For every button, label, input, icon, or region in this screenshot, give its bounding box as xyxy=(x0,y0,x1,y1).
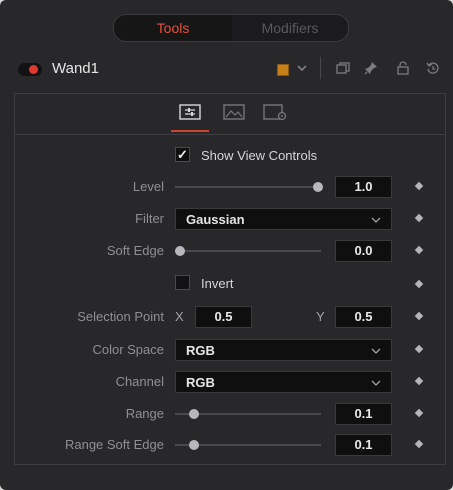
chevron-down-icon xyxy=(371,342,381,359)
selection-point-keyframe-diamond-icon[interactable] xyxy=(414,311,424,321)
filter-dropdown[interactable]: Gaussian xyxy=(175,208,392,230)
tools-modifiers-switch: Tools Modifiers xyxy=(113,14,349,42)
tab-tools[interactable]: Tools xyxy=(114,15,232,41)
tab-modifiers[interactable]: Modifiers xyxy=(232,15,348,41)
color-space-value: RGB xyxy=(186,343,215,358)
color-space-keyframe-diamond-icon[interactable] xyxy=(414,344,424,354)
chevron-down-icon xyxy=(371,374,381,391)
color-swatch[interactable] xyxy=(277,64,289,76)
selection-point-x-label: X xyxy=(175,309,184,324)
selection-point-y-input[interactable]: 0.5 xyxy=(335,306,392,328)
channel-value: RGB xyxy=(186,375,215,390)
node-enable-toggle[interactable] xyxy=(18,63,42,76)
lock-icon[interactable] xyxy=(394,58,412,78)
row-range-soft-edge: Range Soft Edge 0.1 xyxy=(15,434,445,456)
row-show-view-controls: ✓ Show View Controls xyxy=(15,146,445,168)
filter-label: Filter xyxy=(135,211,164,226)
range-keyframe-diamond-icon[interactable] xyxy=(414,408,424,418)
soft-edge-slider[interactable] xyxy=(175,246,321,256)
level-label: Level xyxy=(132,179,164,194)
toggle-dot xyxy=(29,65,38,74)
selection-point-y-label: Y xyxy=(316,309,325,324)
channel-dropdown[interactable]: RGB xyxy=(175,371,392,393)
row-channel: Channel RGB xyxy=(15,371,445,393)
row-invert: Invert xyxy=(15,274,445,296)
row-color-space: Color Space RGB xyxy=(15,339,445,361)
level-slider-knob[interactable] xyxy=(313,182,323,192)
subtab-bar xyxy=(15,94,445,135)
row-soft-edge: Soft Edge 0.0 xyxy=(15,240,445,262)
invert-checkbox[interactable] xyxy=(175,275,190,290)
level-keyframe-diamond-icon[interactable] xyxy=(414,181,424,191)
range-soft-edge-keyframe-diamond-icon[interactable] xyxy=(414,439,424,449)
row-selection-point: Selection Point X 0.5 Y 0.5 xyxy=(15,306,445,328)
invert-keyframe-diamond-icon[interactable] xyxy=(414,279,424,289)
soft-edge-slider-knob[interactable] xyxy=(175,246,185,256)
soft-edge-label: Soft Edge xyxy=(106,243,164,258)
selection-point-label: Selection Point xyxy=(77,309,164,324)
range-soft-edge-value-input[interactable]: 0.1 xyxy=(335,434,392,456)
row-filter: Filter Gaussian xyxy=(15,208,445,230)
settings-icon[interactable] xyxy=(261,102,287,124)
range-slider[interactable] xyxy=(175,409,321,419)
level-value-input[interactable]: 1.0 xyxy=(335,176,392,198)
row-range: Range 0.1 xyxy=(15,403,445,425)
filter-value: Gaussian xyxy=(186,212,245,227)
controls-icon[interactable] xyxy=(171,102,209,132)
color-space-dropdown[interactable]: RGB xyxy=(175,339,392,361)
range-soft-edge-slider[interactable] xyxy=(175,440,321,450)
range-label: Range xyxy=(125,406,164,421)
soft-edge-keyframe-diamond-icon[interactable] xyxy=(414,245,424,255)
filter-keyframe-diamond-icon[interactable] xyxy=(414,213,424,223)
range-soft-edge-label: Range Soft Edge xyxy=(64,437,164,452)
color-space-label: Color Space xyxy=(92,342,164,357)
level-slider[interactable] xyxy=(175,182,323,192)
soft-edge-value-input[interactable]: 0.0 xyxy=(335,240,392,262)
window-icon[interactable] xyxy=(334,58,352,78)
range-slider-knob[interactable] xyxy=(189,409,199,419)
selection-point-x-input[interactable]: 0.5 xyxy=(195,306,252,328)
image-icon[interactable] xyxy=(221,102,247,124)
tool-controls-panel: ✓ Show View Controls Level 1.0 Filter Ga… xyxy=(14,93,446,465)
range-soft-edge-slider-knob[interactable] xyxy=(189,440,199,450)
range-value-input[interactable]: 0.1 xyxy=(335,403,392,425)
inspector-window: Tools Modifiers Wand1 ✓ Show View Contro… xyxy=(0,0,453,490)
pin-icon[interactable] xyxy=(362,58,380,78)
channel-keyframe-diamond-icon[interactable] xyxy=(414,376,424,386)
invert-label: Invert xyxy=(201,276,234,291)
header-divider xyxy=(320,57,321,79)
chevron-down-icon xyxy=(371,211,381,228)
show-view-controls-label: Show View Controls xyxy=(201,148,318,163)
node-title: Wand1 xyxy=(52,60,99,77)
reset-icon[interactable] xyxy=(424,58,442,78)
show-view-controls-checkbox[interactable]: ✓ xyxy=(175,147,190,162)
channel-label: Channel xyxy=(115,374,164,389)
row-level: Level 1.0 xyxy=(15,176,445,198)
chevron-down-icon[interactable] xyxy=(293,58,311,78)
